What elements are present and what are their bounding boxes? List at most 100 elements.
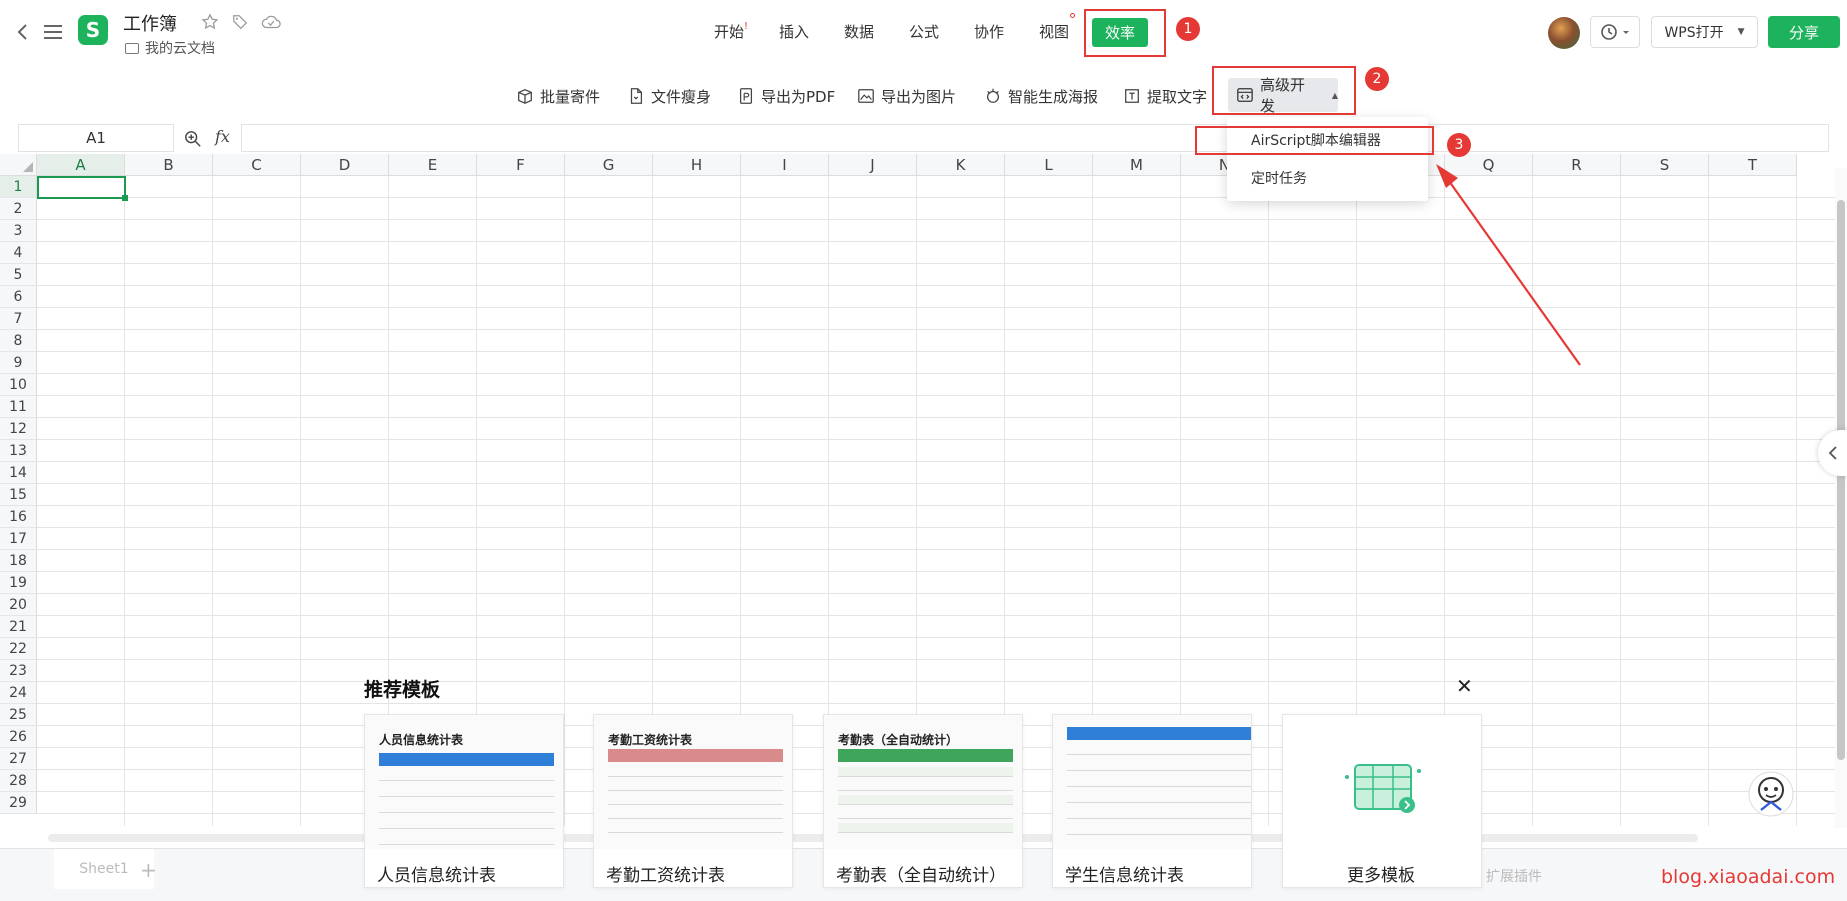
scheduled-task-item[interactable]: 定时任务 bbox=[1251, 168, 1307, 188]
row-header[interactable]: 4 bbox=[0, 242, 37, 264]
column-header[interactable]: C bbox=[213, 154, 301, 176]
template-card-attendance-auto[interactable]: 考勤表（全自动统计） 考勤表（全自动统计） bbox=[823, 714, 1023, 888]
export-image-button[interactable]: 导出为图片 bbox=[857, 84, 956, 108]
column-header[interactable]: S bbox=[1621, 154, 1709, 176]
row-header[interactable]: 20 bbox=[0, 594, 37, 616]
file-slim-button[interactable]: 文件瘦身 bbox=[627, 84, 711, 108]
back-arrow-icon[interactable] bbox=[12, 20, 32, 44]
row-header[interactable]: 15 bbox=[0, 484, 37, 506]
row-header[interactable]: 25 bbox=[0, 704, 37, 726]
thumb-title: 考勤表（全自动统计） bbox=[838, 733, 959, 747]
box-icon bbox=[518, 89, 532, 104]
annotation-box-1 bbox=[1084, 9, 1166, 57]
thumb-row bbox=[1067, 745, 1251, 755]
wps-open-button[interactable]: WPS打开 ▼ bbox=[1651, 16, 1758, 48]
row-header[interactable]: 12 bbox=[0, 418, 37, 440]
smart-poster-button[interactable]: 智能生成海报 bbox=[984, 84, 1098, 108]
row-header[interactable]: 9 bbox=[0, 352, 37, 374]
pdf-export-icon bbox=[739, 88, 753, 104]
column-header[interactable]: G bbox=[565, 154, 653, 176]
row-header[interactable]: 11 bbox=[0, 396, 37, 418]
annotation-marker-1: 1 bbox=[1176, 17, 1200, 41]
thumb-header-row bbox=[838, 749, 1013, 762]
row-header[interactable]: 5 bbox=[0, 264, 37, 286]
menu-icon[interactable] bbox=[42, 20, 64, 44]
row-header[interactable]: 10 bbox=[0, 374, 37, 396]
tab-formula[interactable]: 公式 bbox=[909, 21, 939, 42]
template-card-student[interactable]: 学生信息统计表 bbox=[1052, 714, 1252, 888]
row-header[interactable]: 29 bbox=[0, 792, 37, 814]
document-path[interactable]: 我的云文档 bbox=[125, 38, 215, 58]
template-card-more[interactable]: 更多模板 bbox=[1282, 714, 1482, 888]
column-header[interactable]: I bbox=[741, 154, 829, 176]
column-header[interactable]: J bbox=[829, 154, 917, 176]
row-header[interactable]: 7 bbox=[0, 308, 37, 330]
add-sheet-icon[interactable]: + bbox=[140, 858, 157, 882]
ext-plugin-button[interactable]: 扩展插件 bbox=[1486, 866, 1542, 886]
export-pdf-button[interactable]: 导出为PDF bbox=[737, 84, 835, 108]
text-extract-icon bbox=[1125, 89, 1139, 103]
column-header[interactable]: L bbox=[1005, 154, 1093, 176]
user-avatar[interactable] bbox=[1548, 17, 1580, 49]
column-header[interactable]: B bbox=[125, 154, 213, 176]
extract-text-label: 提取文字 bbox=[1147, 87, 1208, 106]
select-all-corner[interactable] bbox=[0, 154, 37, 176]
row-header[interactable]: 6 bbox=[0, 286, 37, 308]
template-thumbnail: 人员信息统计表 bbox=[365, 715, 563, 849]
row-header[interactable]: 17 bbox=[0, 528, 37, 550]
row-header[interactable]: 23 bbox=[0, 660, 37, 682]
chevron-left-icon bbox=[1828, 446, 1837, 460]
extract-text-button[interactable]: 提取文字 bbox=[1123, 84, 1207, 108]
column-header[interactable]: D bbox=[301, 154, 389, 176]
active-cell-a1[interactable] bbox=[37, 176, 128, 201]
column-header[interactable]: K bbox=[917, 154, 1005, 176]
column-header[interactable]: A bbox=[37, 154, 125, 176]
row-header[interactable]: 8 bbox=[0, 330, 37, 352]
tab-insert[interactable]: 插入 bbox=[779, 21, 809, 42]
batch-mail-button[interactable]: 批量寄件 bbox=[516, 84, 600, 108]
row-header[interactable]: 18 bbox=[0, 550, 37, 572]
fx-icon[interactable]: fx bbox=[215, 127, 230, 146]
tab-collab[interactable]: 协作 bbox=[974, 21, 1004, 42]
row-header[interactable]: 1 bbox=[0, 176, 37, 198]
template-card-attendance-salary[interactable]: 考勤工资统计表 考勤工资统计表 bbox=[593, 714, 793, 888]
more-templates-icon bbox=[1345, 764, 1421, 813]
efficiency-ribbon: 批量寄件 文件瘦身 导出为PDF 导出为图片 智能生成海报 提取文字 高级开发 … bbox=[0, 66, 1847, 122]
cell-name-box[interactable]: A1 bbox=[18, 124, 174, 152]
row-header[interactable]: 21 bbox=[0, 616, 37, 638]
row-header[interactable]: 27 bbox=[0, 748, 37, 770]
tab-start[interactable]: 开始! bbox=[714, 21, 748, 42]
vertical-scroll-thumb[interactable] bbox=[1837, 200, 1845, 760]
row-header[interactable]: 14 bbox=[0, 462, 37, 484]
history-button[interactable] bbox=[1590, 16, 1640, 48]
document-title[interactable]: 工作簿 bbox=[123, 10, 177, 36]
star-icon[interactable] bbox=[200, 12, 220, 32]
row-header[interactable]: 28 bbox=[0, 770, 37, 792]
row-header[interactable]: 19 bbox=[0, 572, 37, 594]
column-header[interactable]: E bbox=[389, 154, 477, 176]
column-header[interactable]: F bbox=[477, 154, 565, 176]
column-header[interactable]: T bbox=[1709, 154, 1797, 176]
thumb-row bbox=[608, 781, 783, 791]
column-header[interactable]: H bbox=[653, 154, 741, 176]
row-header[interactable]: 22 bbox=[0, 638, 37, 660]
tag-icon[interactable] bbox=[230, 12, 250, 32]
close-icon[interactable]: ✕ bbox=[1456, 674, 1473, 698]
row-header[interactable]: 26 bbox=[0, 726, 37, 748]
tab-view[interactable]: 视图 bbox=[1039, 21, 1069, 42]
formula-input[interactable] bbox=[241, 124, 1829, 152]
folder-icon bbox=[125, 42, 139, 54]
row-header[interactable]: 2 bbox=[0, 198, 37, 220]
thumb-header-row bbox=[608, 749, 783, 762]
row-header[interactable]: 13 bbox=[0, 440, 37, 462]
zoom-search-icon[interactable] bbox=[182, 128, 204, 150]
row-header[interactable]: 3 bbox=[0, 220, 37, 242]
share-button[interactable]: 分享 bbox=[1768, 16, 1840, 48]
row-header[interactable]: 16 bbox=[0, 506, 37, 528]
tab-data[interactable]: 数据 bbox=[844, 21, 874, 42]
row-header[interactable]: 24 bbox=[0, 682, 37, 704]
assistant-bot-icon[interactable] bbox=[1747, 770, 1795, 818]
sheet-tab[interactable]: Sheet1 bbox=[54, 849, 154, 889]
template-card-personnel[interactable]: 人员信息统计表 人员信息统计表 bbox=[364, 714, 564, 888]
column-header[interactable]: M bbox=[1093, 154, 1181, 176]
